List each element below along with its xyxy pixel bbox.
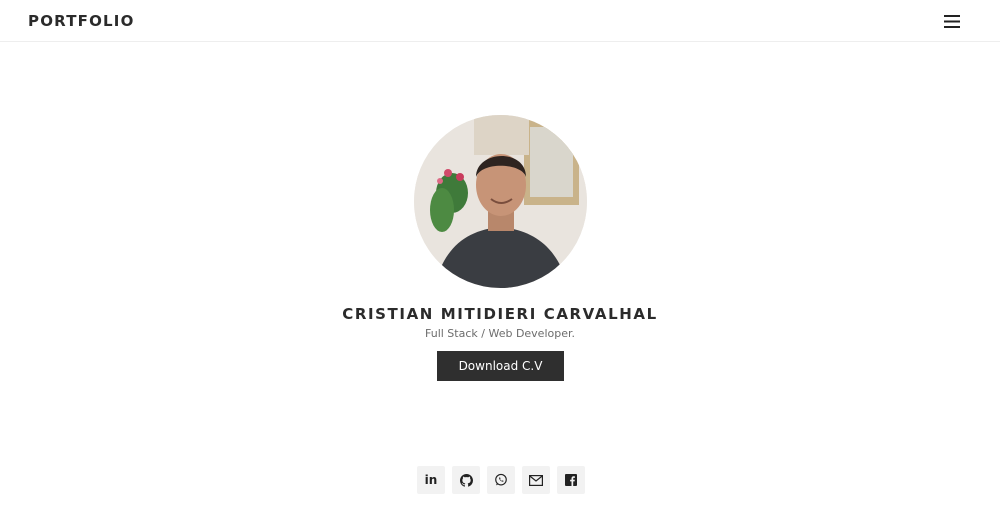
download-cv-button[interactable]: Download C.V	[437, 351, 564, 381]
profile-photo	[414, 115, 587, 288]
profile-name: CRISTIAN MITIDIERI CARVALHAL	[342, 305, 658, 323]
profile-role: Full Stack / Web Developer.	[425, 327, 575, 340]
email-icon[interactable]	[522, 466, 550, 494]
social-links: in	[417, 466, 587, 494]
whatsapp-icon[interactable]	[487, 466, 515, 494]
brand-logo[interactable]: PORTFOLIO	[28, 12, 135, 30]
hamburger-menu-icon[interactable]	[940, 12, 964, 30]
linkedin-icon[interactable]: in	[417, 466, 445, 494]
navbar: PORTFOLIO	[0, 0, 1000, 42]
facebook-icon[interactable]	[557, 466, 585, 494]
linkedin-label: in	[424, 473, 438, 487]
hero-section: CRISTIAN MITIDIERI CARVALHAL Full Stack …	[0, 42, 1000, 453]
github-icon[interactable]	[452, 466, 480, 494]
